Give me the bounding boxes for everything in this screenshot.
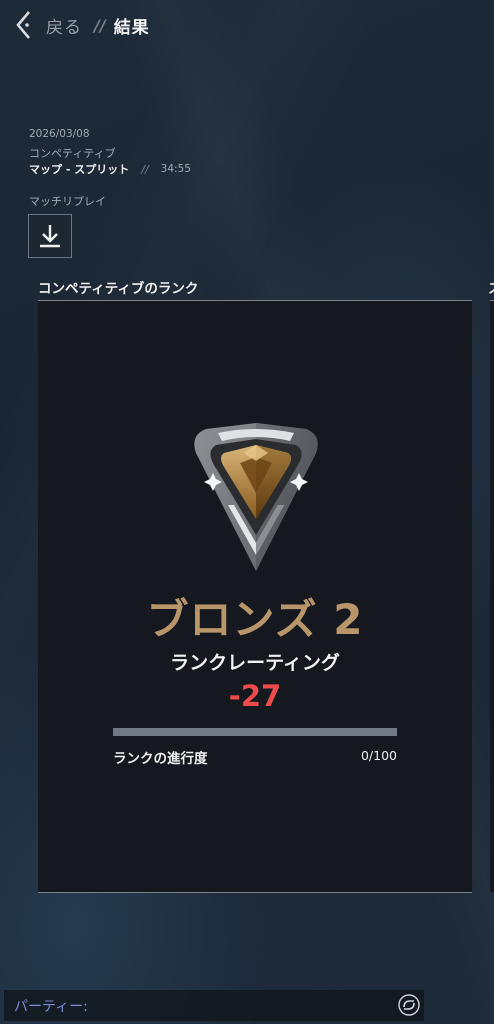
party-link-icon[interactable] (398, 994, 420, 1016)
page-title: 結果 (113, 17, 150, 38)
match-mode: コンペティティブ (29, 147, 116, 160)
rank-name: ブロンズ 2 (146, 595, 364, 644)
replay-label: マッチリプレイ (29, 195, 106, 208)
download-icon (40, 225, 60, 248)
match-separator: // (141, 162, 149, 176)
party-label: パーティー: (14, 999, 88, 1015)
next-panel-title-edge: ス (488, 277, 494, 295)
rank-rating-label: ランクレーティング (170, 652, 340, 674)
rank-progress-bar (113, 728, 397, 736)
panel-divider-bottom (38, 892, 472, 893)
match-map: マップ - スプリット (29, 163, 130, 176)
match-date: 2026/03/08 (29, 128, 90, 140)
rank-progress-label: ランクの進行度 (113, 751, 208, 767)
rank-panel-title: コンペティティブのランク (38, 281, 199, 297)
header-separator: // (94, 15, 106, 35)
bronze-rank-emblem-icon (194, 423, 318, 571)
match-details: マップ - スプリット // 34:55 (29, 161, 191, 177)
rank-progress-value: 0/100 (360, 748, 397, 763)
back-button[interactable]: 戻る (46, 13, 82, 38)
back-arrow-icon[interactable] (14, 8, 36, 42)
party-bar[interactable]: パーティー: (4, 990, 424, 1021)
rank-rating-change: -27 (228, 679, 282, 713)
next-panel-edge (490, 301, 494, 892)
header: 戻る // 結果 (14, 8, 150, 42)
match-duration: 34:55 (160, 163, 191, 175)
replay-download-button[interactable] (28, 214, 72, 258)
